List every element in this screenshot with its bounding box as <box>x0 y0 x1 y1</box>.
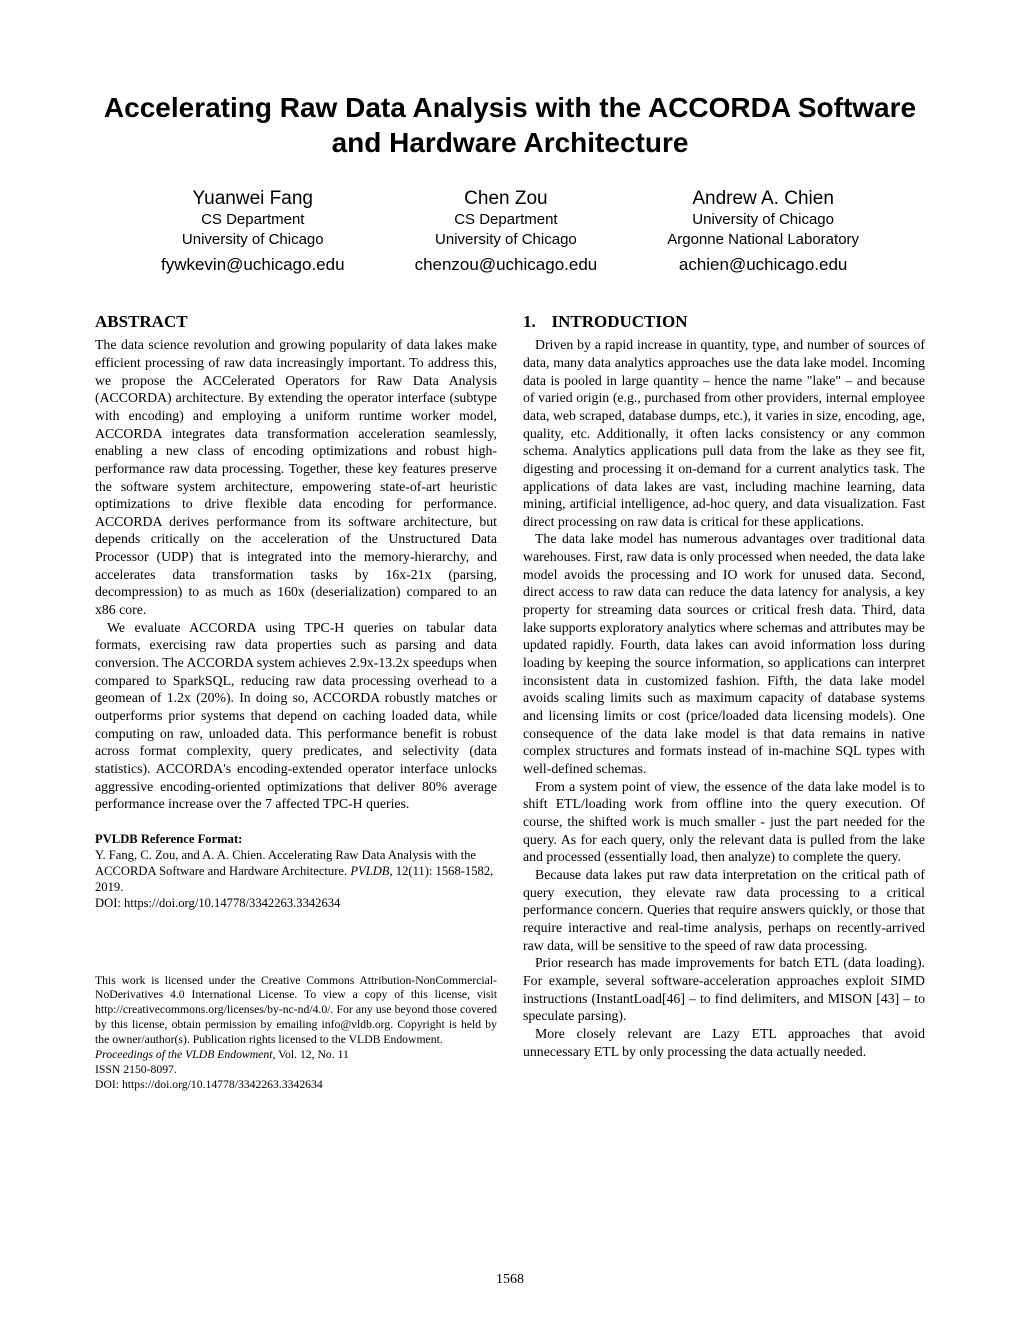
author-affiliation: University of Chicago <box>415 230 598 250</box>
author-affiliation: CS Department <box>415 210 598 230</box>
author-3: Andrew A. Chien University of Chicago Ar… <box>667 188 859 275</box>
intro-para: Because data lakes put raw data interpre… <box>523 866 925 954</box>
license-issn: ISSN 2150-8097. <box>95 1063 497 1078</box>
intro-para: From a system point of view, the essence… <box>523 778 925 866</box>
page-number: 1568 <box>0 1272 1020 1288</box>
section-title: INTRODUCTION <box>552 312 688 331</box>
author-affiliation: Argonne National Laboratory <box>667 230 859 250</box>
pvldb-reference-format: PVLDB Reference Format: Y. Fang, C. Zou,… <box>95 831 497 912</box>
license-text: This work is licensed under the Creative… <box>95 974 497 1049</box>
ref-format-body: Y. Fang, C. Zou, and A. A. Chien. Accele… <box>95 847 497 895</box>
author-affiliation: CS Department <box>161 210 345 230</box>
authors-block: Yuanwei Fang CS Department University of… <box>95 188 925 275</box>
intro-para: Prior research has made improvements for… <box>523 954 925 1025</box>
license-proceedings: Proceedings of the VLDB Endowment, Vol. … <box>95 1048 497 1063</box>
two-column-body: ABSTRACT The data science revolution and… <box>95 311 925 1094</box>
author-name: Chen Zou <box>415 188 598 210</box>
ref-journal: PVLDB <box>350 864 389 878</box>
paper-page: Accelerating Raw Data Analysis with the … <box>0 0 1020 1320</box>
author-name: Andrew A. Chien <box>667 188 859 210</box>
license-doi: DOI: https://doi.org/10.14778/3342263.33… <box>95 1078 497 1093</box>
intro-para: Driven by a rapid increase in quantity, … <box>523 336 925 530</box>
section-number: 1. <box>523 311 543 333</box>
author-email: chenzou@uchicago.edu <box>415 255 598 275</box>
author-affiliation: University of Chicago <box>667 210 859 230</box>
paper-title: Accelerating Raw Data Analysis with the … <box>95 90 925 160</box>
author-name: Yuanwei Fang <box>161 188 345 210</box>
right-column: 1. INTRODUCTION Driven by a rapid increa… <box>523 311 925 1094</box>
intro-para: The data lake model has numerous advanta… <box>523 530 925 777</box>
left-column: ABSTRACT The data science revolution and… <box>95 311 497 1094</box>
author-1: Yuanwei Fang CS Department University of… <box>161 188 345 275</box>
introduction-heading: 1. INTRODUCTION <box>523 311 925 333</box>
intro-para: More closely relevant are Lazy ETL appro… <box>523 1025 925 1060</box>
abstract-para: We evaluate ACCORDA using TPC-H queries … <box>95 619 497 813</box>
license-block: This work is licensed under the Creative… <box>95 974 497 1094</box>
abstract-heading: ABSTRACT <box>95 311 497 333</box>
ref-doi: DOI: https://doi.org/10.14778/3342263.33… <box>95 895 497 911</box>
author-email: achien@uchicago.edu <box>667 255 859 275</box>
abstract-para: The data science revolution and growing … <box>95 336 497 619</box>
author-2: Chen Zou CS Department University of Chi… <box>415 188 598 275</box>
author-email: fywkevin@uchicago.edu <box>161 255 345 275</box>
proceedings-title: Proceedings of the VLDB Endowment, <box>95 1048 275 1061</box>
ref-format-header: PVLDB Reference Format: <box>95 831 497 847</box>
author-affiliation: University of Chicago <box>161 230 345 250</box>
proceedings-vol: Vol. 12, No. 11 <box>275 1048 349 1061</box>
